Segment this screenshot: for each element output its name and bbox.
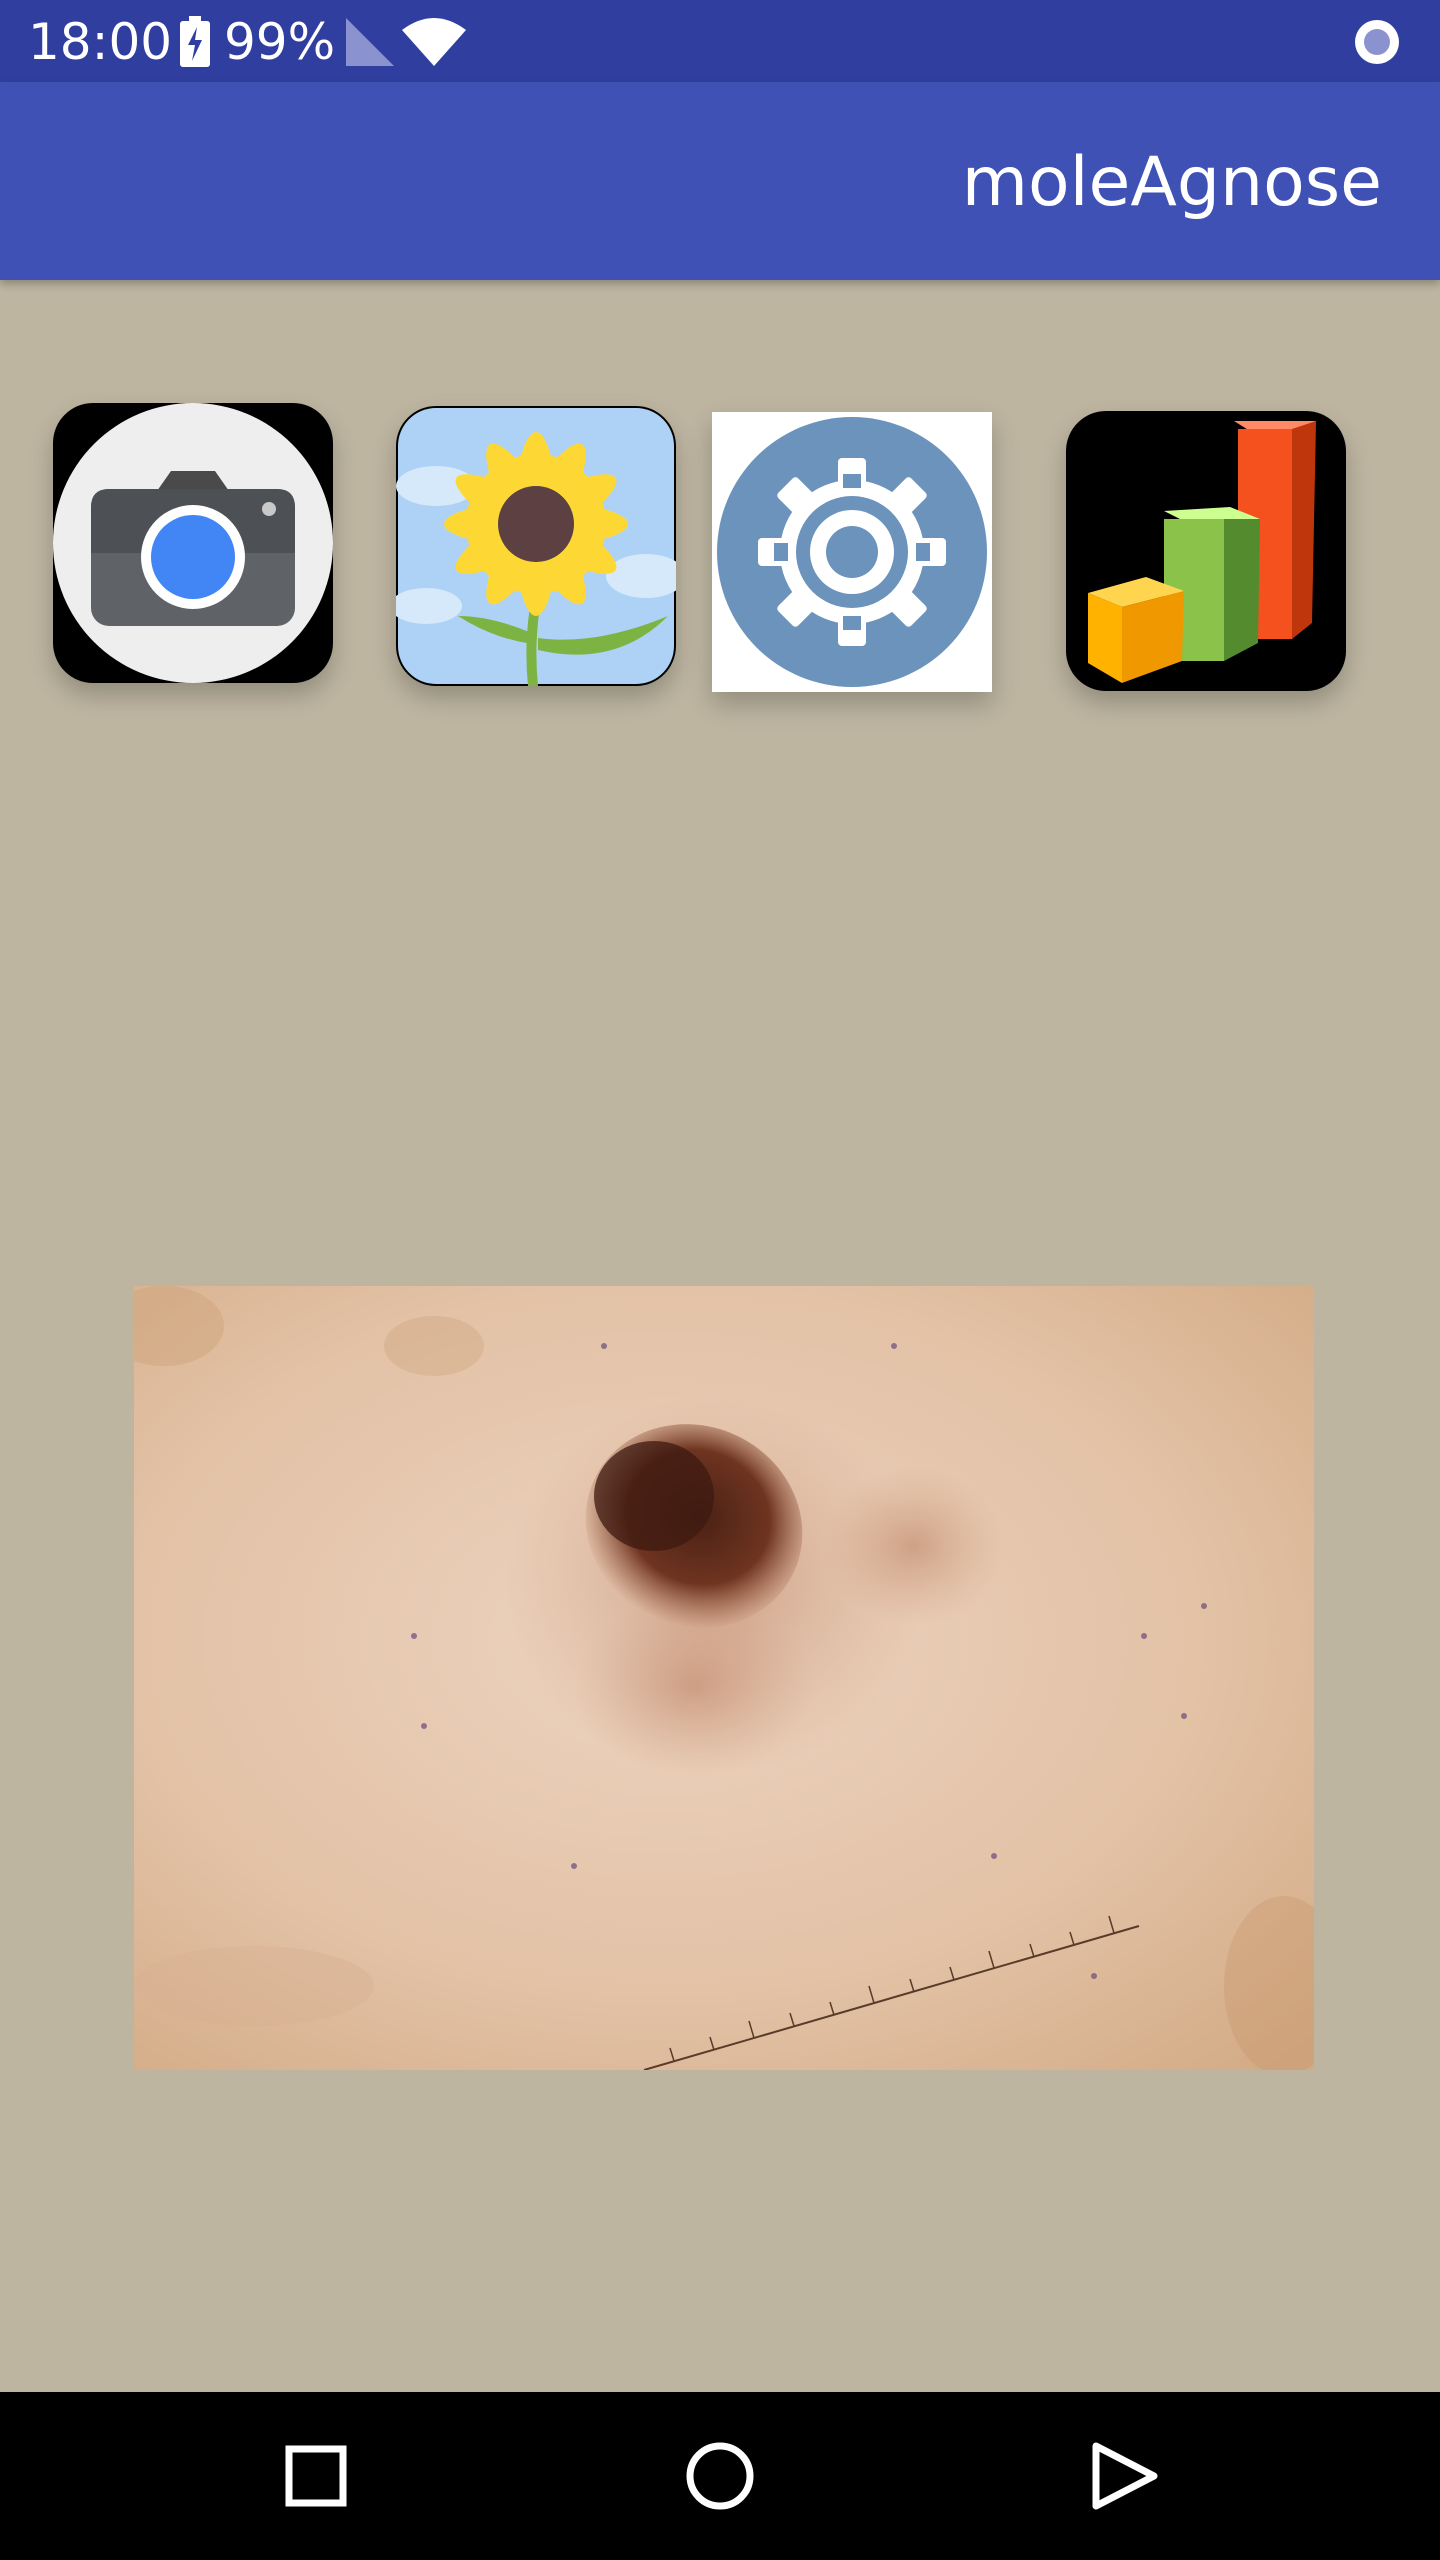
recents-square-icon bbox=[285, 2445, 347, 2507]
mole-image-graphic bbox=[134, 1286, 1314, 2070]
settings-button[interactable] bbox=[712, 412, 992, 692]
back-button[interactable] bbox=[1074, 2426, 1174, 2526]
statistics-bar-chart-icon bbox=[1066, 411, 1346, 691]
home-button[interactable] bbox=[670, 2426, 770, 2526]
gallery-button[interactable] bbox=[396, 406, 676, 686]
camera-icon bbox=[53, 403, 333, 683]
camera-button[interactable] bbox=[53, 403, 333, 683]
wifi-icon bbox=[402, 18, 466, 66]
app-title: moleAgnose bbox=[961, 143, 1382, 222]
dermoscopy-image bbox=[134, 1286, 1314, 2070]
gallery-sunflower-icon bbox=[396, 406, 676, 686]
battery-percent: 99% bbox=[224, 13, 336, 71]
record-indicator-icon bbox=[1355, 20, 1399, 64]
cell-signal-icon bbox=[346, 18, 394, 66]
battery-charging-icon bbox=[180, 16, 210, 67]
settings-gear-icon bbox=[712, 412, 992, 692]
home-circle-icon bbox=[686, 2442, 754, 2510]
app-bar: moleAgnose bbox=[0, 82, 1440, 280]
recents-button[interactable] bbox=[266, 2426, 366, 2526]
status-time: 18:00 bbox=[28, 13, 173, 71]
navigation-bar bbox=[0, 2392, 1440, 2560]
back-triangle-icon bbox=[1092, 2442, 1158, 2510]
status-bar: 18:00 99% bbox=[0, 0, 1440, 82]
statistics-button[interactable] bbox=[1066, 411, 1346, 691]
